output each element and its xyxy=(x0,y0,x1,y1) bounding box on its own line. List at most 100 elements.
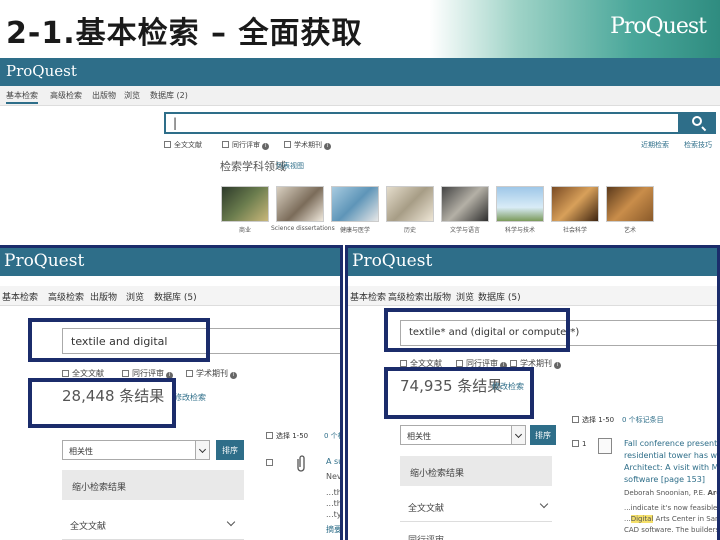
subject-label: 艺术 xyxy=(623,227,636,234)
nav-browse[interactable]: 浏览 xyxy=(124,90,140,101)
right-facet-header: 缩小检索结果 xyxy=(400,456,552,486)
left-result-snippet: ...tha xyxy=(326,488,342,497)
right-nav: 基本检索 高级检索 出版物 浏览 数据库 (5) xyxy=(348,286,717,306)
subject-label: 社会科学 xyxy=(562,227,587,234)
subject-label: 科学与技术 xyxy=(504,227,535,234)
highlight-box-query xyxy=(384,308,570,352)
right-result-author: Deborah Snoonian, P.E. Architectur xyxy=(624,489,717,497)
nav-browse[interactable]: 浏览 xyxy=(126,290,144,303)
header-band: ProQuest xyxy=(430,0,720,58)
subjects-list-view-link[interactable]: 列表视图 xyxy=(276,161,304,171)
left-panel: ProQuest 基本检索 高级检索 出版物 浏览 数据库 (5) textil… xyxy=(0,245,343,540)
left-modify-search-link[interactable]: 修改检索 xyxy=(174,392,206,403)
left-result-meta: Nev xyxy=(326,472,342,481)
highlight-box-query xyxy=(28,318,210,362)
main-nav: 基本检索 高级检索 出版物 浏览 数据库 (2) xyxy=(0,86,720,106)
subject-thumb-business[interactable] xyxy=(221,186,269,222)
left-top-bar: ProQuest xyxy=(0,248,340,276)
checkbox-icon xyxy=(164,141,171,148)
option-scholarly[interactable]: 学术期刊 i xyxy=(284,140,331,150)
left-result-checkbox[interactable] xyxy=(266,459,276,467)
right-marked-items[interactable]: 0 个标记条目 xyxy=(622,415,664,425)
right-logo: ProQuest xyxy=(352,251,433,271)
left-sort-select[interactable]: 相关性 xyxy=(62,440,210,460)
subject-thumb-literature[interactable] xyxy=(441,186,489,222)
subject-thumb-history[interactable] xyxy=(386,186,434,222)
subject-label: 商业 xyxy=(238,227,251,234)
proquest-logo: ProQuest xyxy=(610,14,707,39)
checkbox-icon xyxy=(222,141,229,148)
right-result-title[interactable]: Fall conference presents new o xyxy=(624,439,717,448)
right-result-checkbox[interactable]: 1 xyxy=(572,440,586,448)
right-select-range[interactable]: 选择 1-50 xyxy=(572,415,614,425)
left-facet-fulltext[interactable]: 全文文献 xyxy=(62,510,244,540)
right-result-title[interactable]: software [page 153] xyxy=(624,475,705,484)
subject-thumb-health[interactable] xyxy=(331,186,379,222)
nav-advanced-search[interactable]: 高级检索 xyxy=(388,290,424,303)
recent-searches-link[interactable]: 近期检索 xyxy=(641,140,669,150)
subject-thumb-technology[interactable] xyxy=(496,186,544,222)
highlight-box-count xyxy=(384,367,534,419)
left-result-title[interactable]: A sur xyxy=(326,457,340,466)
option-peer-reviewed[interactable]: 同行评审 i xyxy=(222,140,269,150)
checkbox-icon xyxy=(572,440,579,447)
search-tips-link[interactable]: 检索技巧 xyxy=(684,140,712,150)
left-marked-items[interactable]: 0 个标 xyxy=(324,431,340,441)
right-facet-peer-reviewed[interactable]: 同行评审 xyxy=(400,524,552,540)
nav-publications[interactable]: 出版物 xyxy=(424,290,451,303)
right-panel: ProQuest 基本检索 高级检索 出版物 浏览 数据库 (5) textil… xyxy=(345,245,720,540)
highlight-box-count xyxy=(28,378,176,428)
nav-databases[interactable]: 数据库 (5) xyxy=(154,290,197,303)
left-result-snippet: ...typ xyxy=(326,510,342,519)
nav-basic-search[interactable]: 基本检索 xyxy=(2,290,38,303)
search-caret: | xyxy=(173,116,178,130)
main-logo: ProQuest xyxy=(6,62,77,80)
main-screenshot: ProQuest 基本检索 高级检索 出版物 浏览 数据库 (2) | 全文文献… xyxy=(0,58,720,245)
right-result-snippet: ...Digital Arts Center in San Franci xyxy=(624,515,720,523)
checkbox-icon xyxy=(122,370,129,377)
checkbox-icon xyxy=(284,141,291,148)
nav-publications[interactable]: 出版物 xyxy=(90,290,117,303)
main-search-input[interactable]: | xyxy=(164,112,680,134)
left-result-snippet: ...tha xyxy=(326,499,342,508)
checkbox-icon xyxy=(510,360,517,367)
left-result-abstract-link[interactable]: 摘要 xyxy=(326,524,340,535)
nav-basic-search[interactable]: 基本检索 xyxy=(350,290,386,303)
subject-label: 健康与医学 xyxy=(339,227,370,234)
nav-databases[interactable]: 数据库 (2) xyxy=(150,90,188,101)
right-sort-select[interactable]: 相关性 xyxy=(400,425,526,445)
nav-basic-search[interactable]: 基本检索 xyxy=(6,90,38,104)
chevron-down-icon xyxy=(511,426,525,444)
left-facet-header: 缩小检索结果 xyxy=(62,470,244,500)
left-logo: ProQuest xyxy=(4,251,85,271)
nav-databases[interactable]: 数据库 (5) xyxy=(478,290,521,303)
right-facet-fulltext[interactable]: 全文文献 xyxy=(400,492,552,522)
subject-thumb-science[interactable] xyxy=(276,186,324,222)
subject-label: 文学与语言 xyxy=(449,227,480,234)
subject-thumb-social[interactable] xyxy=(551,186,599,222)
left-nav: 基本检索 高级检索 出版物 浏览 数据库 (5) xyxy=(0,286,340,306)
search-button[interactable] xyxy=(680,112,716,134)
left-sort-button[interactable]: 排序 xyxy=(216,440,244,460)
nav-publications[interactable]: 出版物 xyxy=(92,90,116,101)
search-icon xyxy=(692,116,702,126)
checkbox-icon xyxy=(62,370,69,377)
subject-label: Science dissertations xyxy=(271,225,335,232)
subject-label: 历史 xyxy=(403,227,416,234)
right-sort-button[interactable]: 排序 xyxy=(530,425,556,445)
option-fulltext[interactable]: 全文文献 xyxy=(164,140,202,150)
info-icon: i xyxy=(262,143,269,150)
right-top-bar: ProQuest xyxy=(348,248,717,276)
right-result-title[interactable]: Architect: A visit with Masters xyxy=(624,463,717,472)
nav-browse[interactable]: 浏览 xyxy=(456,290,474,303)
checkbox-icon xyxy=(186,370,193,377)
left-select-range[interactable]: 选择 1-50 xyxy=(266,431,308,441)
subject-thumb-arts[interactable] xyxy=(606,186,654,222)
right-result-title[interactable]: residential tower has wireless xyxy=(624,451,717,460)
nav-advanced-search[interactable]: 高级检索 xyxy=(48,290,84,303)
left-option-scholarly[interactable]: 学术期刊 i xyxy=(186,368,237,379)
checkbox-icon xyxy=(456,360,463,367)
checkbox-icon xyxy=(266,432,273,439)
paperclip-icon xyxy=(297,455,305,472)
nav-advanced-search[interactable]: 高级检索 xyxy=(50,90,82,101)
